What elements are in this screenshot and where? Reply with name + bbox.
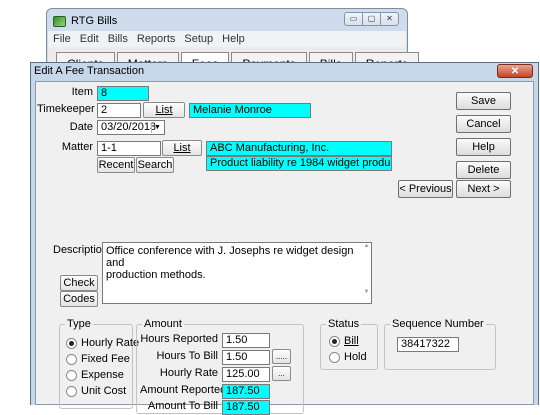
next-label: Next > [467, 183, 500, 195]
hours-calculator-button[interactable]: ..... [272, 349, 291, 364]
menu-bills[interactable]: Bills [108, 33, 128, 45]
menu-bar: File Edit Bills Reports Setup Help [48, 31, 406, 47]
amount-to-bill-field: 187.50 [222, 400, 270, 415]
timekeeper-label: Timekeeper [37, 103, 95, 115]
hours-to-bill-field[interactable]: 1.50 [222, 350, 270, 365]
description-scrollbar[interactable]: ▲ ▼ [362, 243, 371, 303]
menu-setup[interactable]: Setup [184, 33, 213, 45]
sequence-group-title: Sequence Number [390, 318, 486, 330]
menu-file[interactable]: File [53, 33, 71, 45]
radio-selected-icon [329, 335, 340, 347]
radio-unselected-icon [66, 353, 77, 365]
delete-button[interactable]: Delete [456, 161, 511, 179]
date-label: Date [69, 121, 93, 133]
dialog-title: Edit A Fee Transaction [34, 65, 145, 77]
type-unit-cost-label: Unit Cost [81, 385, 127, 397]
timekeeper-list-button[interactable]: List [143, 102, 185, 118]
matter-label: Matter [61, 141, 93, 153]
type-group-title: Type [65, 318, 93, 330]
window-caption-buttons: ▭ ▢ ✕ [344, 12, 399, 26]
hours-to-bill-label: Hours To Bill [156, 350, 218, 362]
next-button[interactable]: Next > [456, 180, 511, 198]
matter-description-field: Product liability re 1984 widget product… [206, 156, 392, 171]
matter-list-button[interactable]: List [162, 140, 202, 156]
timekeeper-code-field[interactable]: 2 [97, 103, 141, 118]
radio-unselected-icon [66, 385, 77, 397]
save-label: Save [470, 95, 497, 107]
rtg-app-icon [53, 15, 66, 27]
amount-reported-label: Amount Reported [140, 384, 227, 396]
menu-reports[interactable]: Reports [137, 33, 176, 45]
dialog-titlebar: Edit A Fee Transaction [31, 63, 538, 79]
status-bill-label: Bill [344, 335, 359, 347]
sequence-groupbox: Sequence Number 38417322 [384, 318, 496, 370]
delete-label: Delete [467, 164, 500, 176]
date-picker[interactable]: 03/20/2013 ▼ [97, 120, 165, 135]
status-groupbox: Status Bill Hold [320, 318, 378, 370]
type-hourly-rate-label: Hourly Rate [81, 337, 140, 349]
matter-code-field[interactable]: 1-1 [97, 141, 161, 156]
radio-unselected-icon [329, 351, 340, 363]
matter-recent-label: Recent [98, 159, 134, 171]
app-title: RTG Bills [71, 15, 118, 27]
help-label: Help [472, 141, 495, 153]
hourly-rate-label: Hourly Rate [159, 367, 218, 379]
type-expense-radio[interactable]: Expense [66, 369, 124, 381]
type-hourly-rate-radio[interactable]: Hourly Rate [66, 337, 139, 349]
menu-edit[interactable]: Edit [80, 33, 99, 45]
scroll-down-icon[interactable]: ▼ [362, 289, 371, 295]
close-icon[interactable]: ✕ [497, 64, 533, 78]
app-titlebar: RTG Bills [53, 14, 117, 28]
codes-label: Codes [63, 293, 95, 305]
dialog-body: Item 8 Timekeeper 2 List Melanie Monroe … [35, 81, 534, 415]
timekeeper-name-field: Melanie Monroe [189, 103, 311, 118]
hourly-rate-field[interactable]: 125.00 [222, 367, 270, 382]
menu-help[interactable]: Help [222, 33, 245, 45]
amount-group-title: Amount [142, 318, 184, 330]
codes-button[interactable]: Codes [60, 291, 98, 307]
minimize-icon[interactable]: ▭ [344, 12, 363, 26]
previous-button[interactable]: < Previous [398, 180, 453, 198]
cancel-button[interactable]: Cancel [456, 115, 511, 133]
save-button[interactable]: Save [456, 92, 511, 110]
item-label: Item [71, 86, 93, 98]
cancel-label: Cancel [466, 118, 501, 130]
type-fixed-fee-radio[interactable]: Fixed Fee [66, 353, 130, 365]
matter-search-label: Search [137, 159, 173, 171]
description-label: Description [53, 244, 109, 256]
status-hold-radio[interactable]: Hold [329, 351, 367, 363]
date-value: 03/20/2013 [101, 121, 157, 133]
amount-reported-field: 187.50 [222, 384, 270, 399]
hours-reported-label: Hours Reported [140, 333, 218, 345]
maximize-icon[interactable]: ▢ [362, 12, 381, 26]
matter-search-button[interactable]: Search [136, 157, 174, 173]
sequence-number-field: 38417322 [397, 337, 459, 352]
rate-lookup-button[interactable]: ... [272, 366, 291, 381]
matter-recent-button[interactable]: Recent [97, 157, 135, 173]
status-group-title: Status [326, 318, 362, 330]
dropdown-arrow-icon[interactable]: ▼ [151, 122, 163, 133]
item-field[interactable]: 8 [97, 86, 149, 101]
radio-selected-icon [66, 337, 77, 349]
previous-label: < Previous [399, 183, 452, 195]
type-groupbox: Type Hourly Rate Fixed Fee Expense Unit … [59, 318, 139, 409]
timekeeper-list-label: List [155, 104, 173, 116]
help-button[interactable]: Help [456, 138, 511, 156]
status-hold-label: Hold [344, 351, 367, 363]
radio-unselected-icon [66, 369, 77, 381]
status-bill-radio[interactable]: Bill [329, 335, 359, 347]
check-label: Check [63, 277, 95, 289]
hours-reported-field[interactable]: 1.50 [222, 333, 270, 348]
type-unit-cost-radio[interactable]: Unit Cost [66, 385, 126, 397]
matter-list-label: List [173, 142, 191, 154]
type-expense-label: Expense [81, 369, 124, 381]
edit-fee-dialog: Edit A Fee Transaction ✕ Item 8 Timekeep… [30, 62, 539, 415]
close-icon[interactable]: ✕ [380, 12, 399, 26]
check-button[interactable]: Check [60, 275, 98, 291]
client-name-field: ABC Manufacturing, Inc. [206, 141, 392, 156]
amount-to-bill-label: Amount To Bill [147, 400, 218, 412]
type-fixed-fee-label: Fixed Fee [81, 353, 130, 365]
description-textarea[interactable]: Office conference with J. Josephs re wid… [102, 242, 372, 304]
